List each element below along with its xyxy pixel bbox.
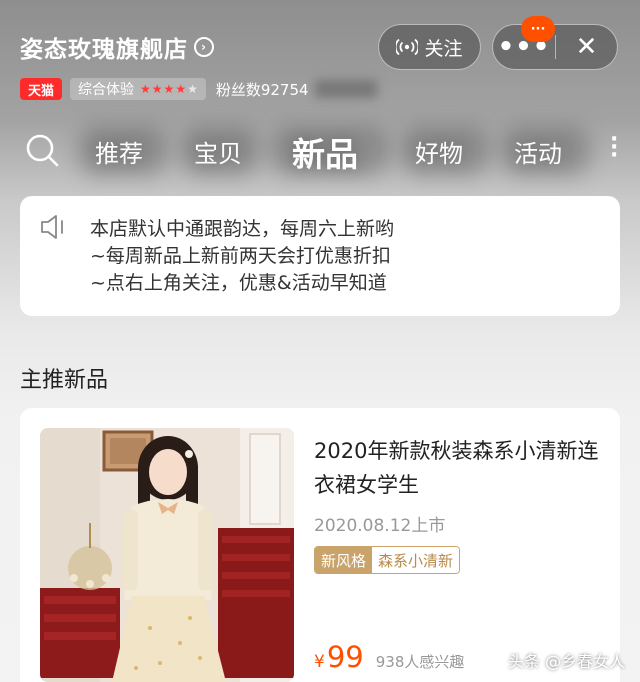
price-symbol: ¥ [314,652,325,672]
product-image[interactable] [40,428,294,682]
tab-recommend[interactable]: 推荐 [95,134,143,169]
price-row: ¥ 99 938人感兴趣 [314,640,464,674]
mini-program-capsule: ••• ✕ [492,24,618,70]
announcement-line: 本店默认中通跟韵达，每周六上新哟 [90,218,395,240]
notification-badge: ··· [521,16,555,42]
section-title: 主推新品 [20,368,109,393]
product-title[interactable]: 2020年新款秋装森系小清新连衣裙女学生 [314,434,604,502]
watermark: 头条 @乡春女人 [508,652,626,671]
blurred-region [314,80,377,98]
search-icon[interactable] [24,132,60,168]
tab-activity[interactable]: 活动 [514,134,562,169]
product-card[interactable]: 2020年新款秋装森系小清新连衣裙女学生 2020.08.12上市 新风格 森系… [20,408,620,682]
follow-label: 关注 [424,37,463,60]
tag-primary: 新风格 [315,547,373,573]
store-name-label: 姿态玫瑰旗舰店 [20,37,188,63]
star-icon: ★ [163,82,175,96]
store-announcement: 本店默认中通跟韵达，每周六上新哟 ~每周新品上新前两天会打优惠折扣 ~点右上角关… [20,196,620,316]
price-value: 99 [326,640,364,674]
star-icon: ★ [151,82,163,96]
tag-secondary: 森系小清新 [372,547,460,573]
tab-new[interactable]: 新品 [292,128,358,176]
chevron-right-icon: › [194,37,214,57]
star-icon: ★ [175,82,187,96]
broadcast-icon [396,38,419,56]
star-icon: ★ [140,82,151,96]
follow-button[interactable]: 关注 [378,24,481,70]
announcement-line: ~每周新品上新前两天会打优惠折扣 [90,245,391,267]
store-meta-row: 天猫 综合体验 ★ ★ ★ ★ ★ 粉丝数92754 [20,78,377,100]
interest-count: 938人感兴趣 [375,653,465,671]
style-tags: 新风格 森系小清新 [314,546,461,574]
tmall-badge: 天猫 [20,78,63,100]
launch-date: 2020.08.12上市 [314,516,446,536]
announcement-text: 本店默认中通跟韵达，每周六上新哟 ~每周新品上新前两天会打优惠折扣 ~点右上角关… [90,216,394,297]
tab-good-items[interactable]: 好物 [415,134,463,169]
tab-bar: 推荐 宝贝 新品 好物 活动 · · · [0,126,640,176]
fans-count: 粉丝数92754 [215,80,309,99]
experience-label: 综合体验 [78,82,135,98]
vertical-more-icon[interactable]: · · · [610,129,618,167]
star-icon: ★ [187,82,198,96]
store-name[interactable]: 姿态玫瑰旗舰店 › [20,30,214,64]
speaker-icon [41,215,63,239]
announcement-line: ~点右上角关注，优惠&活动早知道 [90,272,387,294]
product-photo [40,428,294,682]
tab-items[interactable]: 宝贝 [194,134,242,169]
close-icon[interactable]: ✕ [556,25,617,69]
rating-stars: ★ ★ ★ ★ ★ [140,83,198,95]
experience-rating[interactable]: 综合体验 ★ ★ ★ ★ ★ [70,78,206,100]
